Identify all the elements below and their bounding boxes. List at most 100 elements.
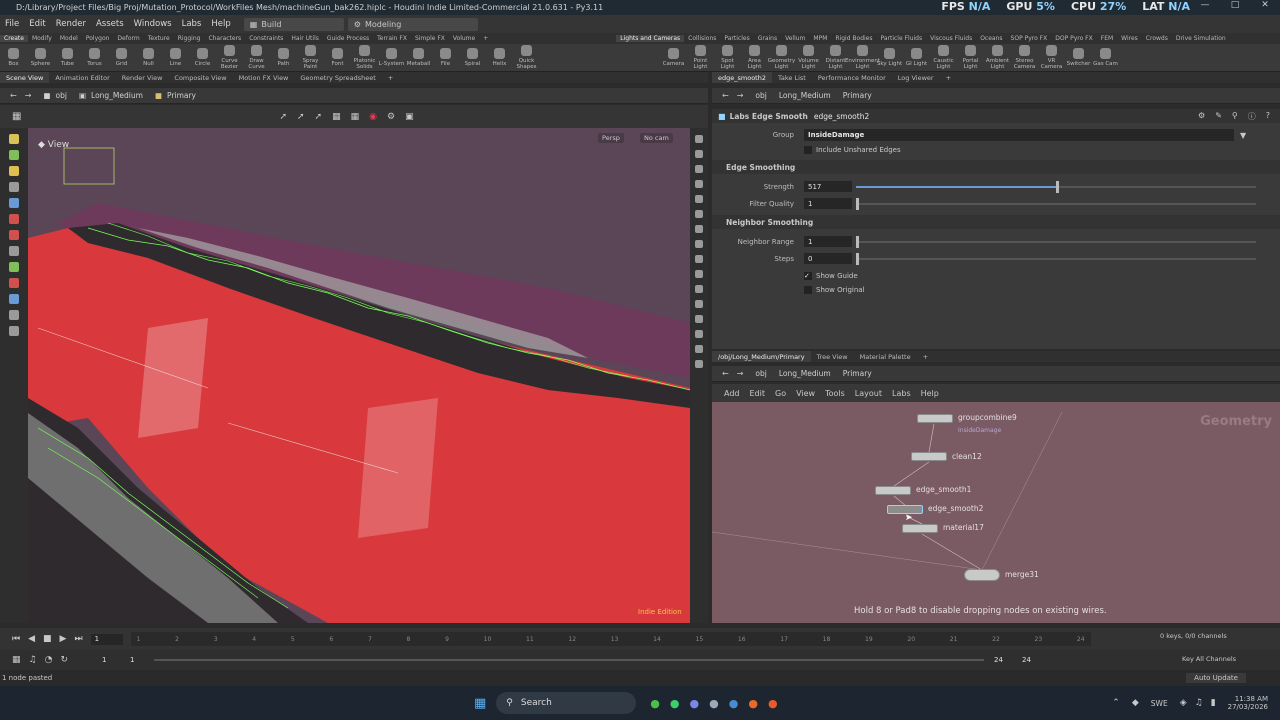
shelf-tool-helix[interactable]: Helix [486, 48, 513, 67]
path-obj[interactable]: obj [755, 91, 766, 100]
shelf-tool-spot-light[interactable]: Spot Light [714, 45, 741, 70]
shelf-tool-quick-shapes[interactable]: Quick Shapes [513, 45, 540, 70]
back-icon[interactable]: ← [722, 91, 729, 100]
gear-icon[interactable]: ⚙ [1198, 111, 1205, 122]
render-region-icon[interactable]: ▣ [405, 112, 414, 122]
minimize-icon[interactable]: — [1190, 0, 1220, 10]
shelf-tool-switcher[interactable]: Switcher [1065, 48, 1092, 67]
shelf-tool-sphere[interactable]: Sphere [27, 48, 54, 67]
shelf-tool-spray-paint[interactable]: Spray Paint [297, 45, 324, 70]
shelf-tab[interactable]: Model [56, 35, 82, 42]
snapping-icon[interactable] [9, 326, 19, 336]
neighbor-smoothing-section[interactable]: Neighbor Smoothing [712, 215, 1280, 229]
maximize-icon[interactable]: □ [1220, 0, 1250, 10]
points-icon[interactable] [695, 240, 703, 248]
volume-icon[interactable]: ♫ [1195, 698, 1203, 708]
path-network[interactable]: Primary [843, 369, 872, 378]
path-obj[interactable]: obj [755, 369, 766, 378]
tab-composite-view[interactable]: Composite View [168, 72, 232, 83]
end-frame-field[interactable]: 24 [990, 655, 1014, 666]
add-tab-icon[interactable]: + [917, 351, 934, 362]
start-icon[interactable]: ▦ [474, 696, 486, 711]
tab-tree-view[interactable]: Tree View [811, 351, 854, 362]
shelf-tab[interactable]: MPM [809, 35, 831, 42]
add-tab-icon[interactable]: + [382, 72, 399, 83]
shelf-tool-platonic-solids[interactable]: Platonic Solids [351, 45, 378, 70]
shelf-tab[interactable]: Texture [144, 35, 174, 42]
shelf-tab[interactable]: Crowds [1142, 35, 1172, 42]
shelf-tab[interactable]: Drive Simulation [1172, 35, 1230, 42]
shelf-tab[interactable]: Characters [204, 35, 245, 42]
shelf-tool-camera[interactable]: Camera [660, 48, 687, 67]
footprint-icon[interactable] [695, 345, 703, 353]
tray-chevron-icon[interactable]: ⌃ [1112, 698, 1120, 708]
shelf-tab[interactable]: Create [0, 35, 28, 42]
scale-icon[interactable] [9, 182, 19, 192]
shade-open-icon[interactable] [695, 285, 703, 293]
neighbor-range-slider[interactable] [856, 235, 1256, 248]
node-groupcombine9[interactable] [917, 414, 953, 423]
handle-icon[interactable] [9, 198, 19, 208]
tab-scene-view[interactable]: Scene View [0, 72, 50, 83]
guides-icon[interactable] [695, 255, 703, 263]
shelf-tool-path[interactable]: Path [270, 48, 297, 67]
app-icon-brave[interactable]: ● [768, 697, 778, 710]
auto-update-button[interactable]: Auto Update [1186, 673, 1246, 683]
key-all-channels-button[interactable]: Key All Channels [1182, 655, 1236, 663]
path-object[interactable]: Long_Medium [779, 369, 831, 378]
dropdown-icon[interactable]: ▼ [1240, 131, 1246, 140]
select-tool-icon[interactable]: ➚ [279, 112, 287, 122]
desktop-build-dropdown[interactable]: ▦ Build [243, 17, 344, 31]
shelf-tab[interactable]: Simple FX [411, 35, 449, 42]
shelf-tool-caustic-light[interactable]: Caustic Light [930, 45, 957, 70]
shelf-tool-vr-camera[interactable]: VR Camera [1038, 45, 1065, 70]
start-frame-field[interactable]: 1 [98, 655, 122, 666]
camera-menu[interactable]: No cam [640, 133, 673, 143]
battery-icon[interactable]: ▮ [1211, 698, 1216, 708]
shelf-tab[interactable]: Grains [754, 35, 781, 42]
shelf-tab[interactable]: Modify [28, 35, 56, 42]
shelf-tab[interactable]: Terrain FX [373, 35, 411, 42]
close-icon[interactable]: ✕ [1250, 0, 1280, 10]
wire-icon[interactable] [695, 300, 703, 308]
shelf-tool-environment-light[interactable]: Environment Light [845, 45, 880, 70]
forward-icon[interactable]: → [737, 91, 744, 100]
particles-icon[interactable] [695, 195, 703, 203]
tab-take-list[interactable]: Take List [772, 72, 812, 83]
app-icon-blue[interactable]: ● [729, 697, 739, 710]
select-points-icon[interactable]: ➚ [297, 112, 305, 122]
shelf-tab[interactable]: Lights and Cameras [616, 35, 685, 42]
neighbor-range-field[interactable]: 1 [804, 236, 852, 247]
play-icon[interactable]: ▶ [60, 634, 67, 644]
search-icon[interactable]: ⚲ [1232, 111, 1238, 122]
include-unshared-checkbox[interactable] [804, 146, 812, 154]
scene-viewport[interactable]: ◆ View Persp No cam Indie Edition [28, 128, 690, 623]
shelf-tab[interactable]: FEM [1097, 35, 1117, 42]
stop-icon[interactable]: ■ [43, 634, 52, 644]
shelf-tool-gi-light[interactable]: GI Light [903, 48, 930, 67]
forward-icon[interactable]: → [25, 91, 32, 100]
tab-network-path[interactable]: /obj/Long_Medium/Primary [712, 351, 811, 362]
shelf-tab[interactable]: SOP Pyro FX [1007, 35, 1052, 42]
steps-field[interactable]: 0 [804, 253, 852, 264]
shelf-tab[interactable]: Rigging [174, 35, 205, 42]
start-frame-field-2[interactable]: 1 [126, 655, 150, 666]
shelf-tool-point-light[interactable]: Point Light [687, 45, 714, 70]
magnet-icon[interactable] [9, 278, 19, 288]
shelf-tool-spiral[interactable]: Spiral [459, 48, 486, 67]
shelf-tab[interactable]: Particle Fluids [877, 35, 927, 42]
shelf-tool-geometry-light[interactable]: Geometry Light [768, 45, 795, 70]
wifi-icon[interactable]: ◈ [1180, 698, 1187, 708]
path-object[interactable]: Long_Medium [779, 91, 831, 100]
tab-log-viewer[interactable]: Log Viewer [892, 72, 940, 83]
first-frame-icon[interactable]: ⏮ [12, 634, 20, 644]
audio-icon[interactable]: ♫ [29, 655, 37, 665]
shelf-tab[interactable]: Rigid Bodies [831, 35, 876, 42]
current-frame-field[interactable]: 1 [90, 633, 123, 645]
back-icon[interactable]: ← [722, 369, 729, 378]
network-menu-labs[interactable]: Labs [892, 389, 911, 398]
paint-icon[interactable] [9, 230, 19, 240]
node-edge-smooth1[interactable] [875, 486, 911, 495]
wireframe-icon[interactable]: ▦ [332, 112, 341, 122]
view-tool-icon[interactable] [9, 246, 19, 256]
